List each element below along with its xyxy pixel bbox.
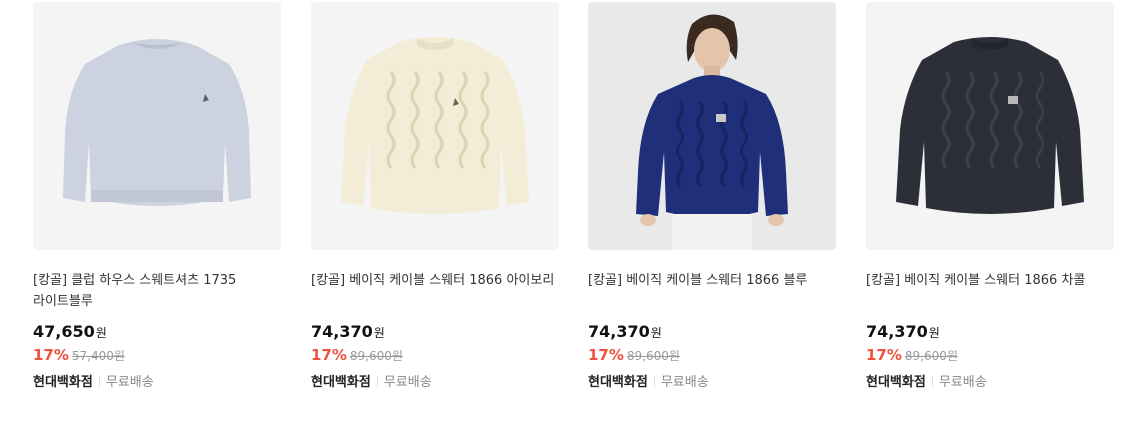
product-title[interactable]: [캉골] 베이직 케이블 스웨터 1866 차콜 [866,270,1114,312]
product-card[interactable]: [캉골] 베이직 케이블 스웨터 1866 차콜 74,370원 17% 89,6… [866,2,1114,393]
discount-row: 17% 57,400원 [33,344,281,366]
product-meta: 현대백화점 무료배송 [33,373,281,393]
discount-rate: 17% [866,346,902,364]
price-currency: 원 [373,326,385,340]
product-image[interactable] [311,2,559,250]
product-image[interactable] [588,2,836,250]
original-price: 89,600원 [349,349,403,363]
product-meta: 현대백화점 무료배송 [588,373,836,393]
product-meta: 현대백화점 무료배송 [311,373,559,393]
price-currency: 원 [928,326,940,340]
divider [98,376,100,387]
product-card[interactable]: [캉골] 베이직 케이블 스웨터 1866 블루 74,370원 17% 89,6… [588,2,836,393]
divider [931,376,933,387]
product-price: 74,370원 [866,321,1114,343]
product-card[interactable]: [캉골] 클럽 하우스 스웨트셔츠 1735 라이트블루 47,650원 17%… [33,2,281,393]
shipping-info: 무료배송 [383,375,432,390]
shipping-info: 무료배송 [938,375,987,390]
divider [653,376,655,387]
discount-rate: 17% [33,346,69,364]
product-image[interactable] [33,2,281,250]
price-value: 74,370 [866,322,928,341]
product-title[interactable]: [캉골] 베이직 케이블 스웨터 1866 블루 [588,270,836,312]
shipping-info: 무료배송 [105,375,154,390]
product-title[interactable]: [캉골] 클럽 하우스 스웨트셔츠 1735 라이트블루 [33,270,281,312]
seller-name: 현대백화점 [588,375,648,390]
product-meta: 현대백화점 무료배송 [866,373,1114,393]
seller-name: 현대백화점 [33,375,93,390]
price-value: 74,370 [588,322,650,341]
discount-rate: 17% [588,346,624,364]
discount-row: 17% 89,600원 [311,344,559,366]
seller-name: 현대백화점 [311,375,371,390]
product-price: 74,370원 [588,321,836,343]
shipping-info: 무료배송 [660,375,709,390]
divider [376,376,378,387]
price-value: 47,650 [33,322,95,341]
price-currency: 원 [95,326,107,340]
product-price: 47,650원 [33,321,281,343]
discount-rate: 17% [311,346,347,364]
discount-row: 17% 89,600원 [588,344,836,366]
product-grid: [캉골] 클럽 하우스 스웨트셔츠 1735 라이트블루 47,650원 17%… [0,0,1124,426]
original-price: 89,600원 [626,349,680,363]
product-image[interactable] [866,2,1114,250]
seller-name: 현대백화점 [866,375,926,390]
original-price: 89,600원 [904,349,958,363]
original-price: 57,400원 [71,349,125,363]
product-card[interactable]: [캉골] 베이직 케이블 스웨터 1866 아이보리 74,370원 17% 89… [311,2,559,393]
price-value: 74,370 [311,322,373,341]
product-price: 74,370원 [311,321,559,343]
product-title[interactable]: [캉골] 베이직 케이블 스웨터 1866 아이보리 [311,270,559,312]
discount-row: 17% 89,600원 [866,344,1114,366]
price-currency: 원 [650,326,662,340]
